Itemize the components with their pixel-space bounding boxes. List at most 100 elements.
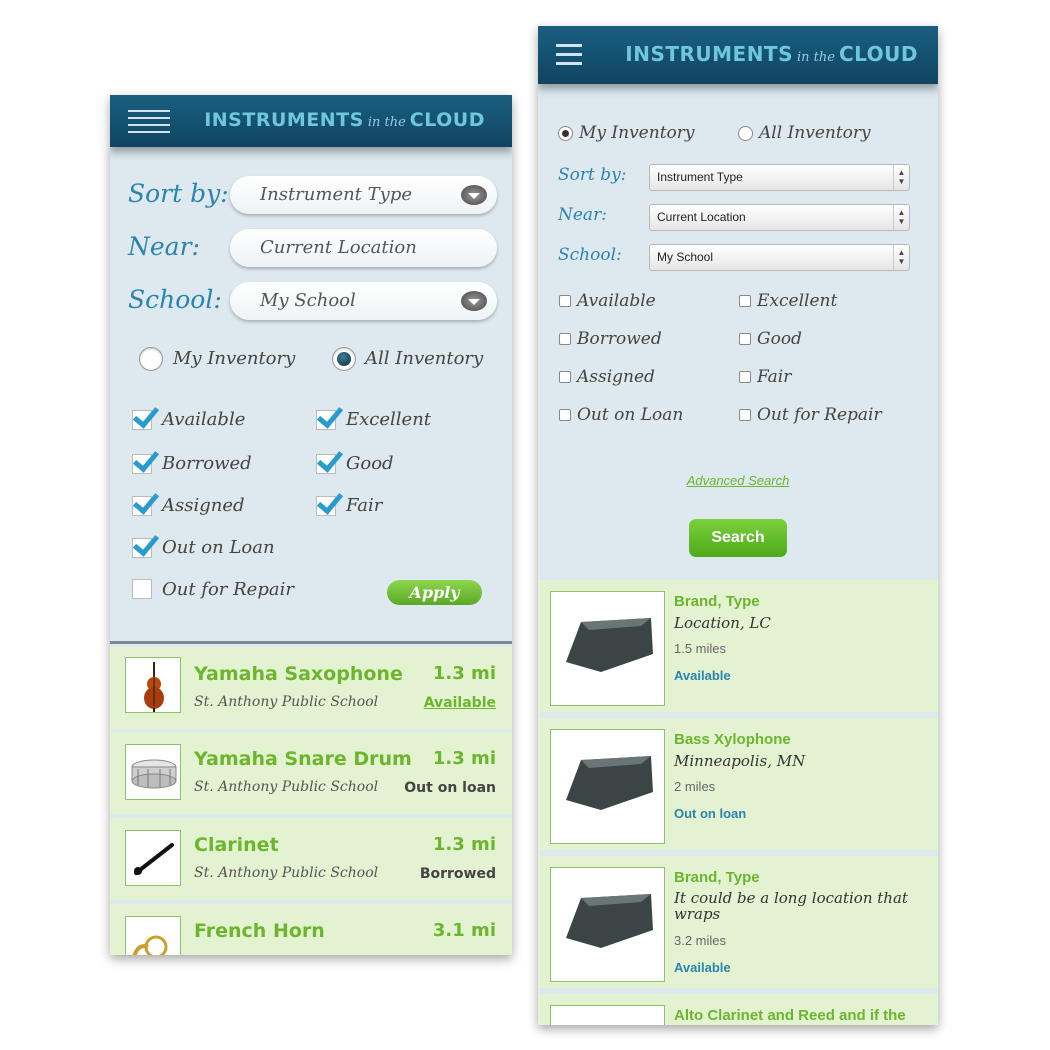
cello-icon <box>125 657 181 713</box>
snare-drum-icon <box>125 744 181 800</box>
result-row[interactable]: Brand, Type Location, LC 1.5 miles Avail… <box>538 580 938 712</box>
panel-divider <box>110 641 512 644</box>
near-select[interactable]: Current Location ▲ ▼ <box>649 204 910 231</box>
good-checkbox[interactable] <box>316 445 344 474</box>
result-title: Brand, Type <box>674 869 760 886</box>
my-inventory-radio[interactable] <box>139 347 163 371</box>
select-arrows-icon: ▲ ▼ <box>893 165 909 190</box>
near-label: Near: <box>128 232 200 261</box>
fair-checkbox[interactable] <box>316 487 344 516</box>
chevron-down-icon <box>461 185 487 205</box>
assigned-label: Assigned <box>577 367 655 387</box>
checkmark-icon <box>132 445 160 473</box>
advanced-search-link[interactable]: Advanced Search <box>538 473 938 488</box>
assigned-checkbox[interactable] <box>132 487 160 516</box>
available-checkbox[interactable] <box>132 401 160 430</box>
result-row[interactable]: Bass Xylophone Minneapolis, MN 2 miles O… <box>538 718 938 850</box>
search-button[interactable]: Search <box>689 519 787 557</box>
result-location: It could be a long location that wraps <box>674 889 908 923</box>
app-title-mid: in the <box>796 50 835 65</box>
borrowed-label: Borrowed <box>577 329 662 349</box>
app-header: INSTRUMENTS in the CLOUD <box>110 95 512 147</box>
out-for-repair-checkbox[interactable] <box>132 579 152 599</box>
good-label: Good <box>757 329 802 349</box>
cowbell-icon <box>550 1005 665 1025</box>
good-label: Good <box>346 453 394 474</box>
apply-button[interactable]: Apply <box>387 580 482 605</box>
result-row[interactable]: Clarinet St. Anthony Public School 1.3 m… <box>110 818 512 900</box>
my-inventory-label: My Inventory <box>173 348 296 369</box>
result-row[interactable]: Yamaha Saxophone St. Anthony Public Scho… <box>110 647 512 729</box>
checkmark-icon <box>316 401 344 429</box>
app-title-left: INSTRUMENTS <box>204 109 364 131</box>
sort-by-select[interactable]: Instrument Type ▲ ▼ <box>649 164 910 191</box>
checkmark-icon <box>132 487 160 515</box>
result-status-link[interactable]: Available <box>424 695 496 711</box>
near-value: Current Location <box>657 210 746 224</box>
excellent-checkbox[interactable] <box>739 295 751 307</box>
result-row[interactable]: Alto Clarinet and Reed and if the <box>538 994 938 1025</box>
result-name: Yamaha Snare Drum <box>194 748 412 770</box>
result-status: Out on loan <box>404 780 496 796</box>
borrowed-checkbox[interactable] <box>132 445 160 474</box>
excellent-label: Excellent <box>757 291 838 311</box>
my-inventory-radio[interactable] <box>558 126 573 141</box>
result-status: Available <box>674 960 731 975</box>
school-value: My School <box>260 290 356 311</box>
result-name: Clarinet <box>194 834 279 856</box>
fair-label: Fair <box>757 367 792 387</box>
result-distance: 3.1 mi <box>432 920 496 941</box>
near-label: Near: <box>558 205 607 225</box>
cowbell-icon <box>550 729 665 844</box>
excellent-label: Excellent <box>346 409 432 430</box>
sort-by-select[interactable]: Instrument Type <box>230 176 497 214</box>
app-header: INSTRUMENTS in the CLOUD <box>538 26 938 84</box>
school-select[interactable]: My School <box>230 282 497 320</box>
out-for-repair-checkbox[interactable] <box>739 409 751 421</box>
result-distance: 3.2 miles <box>674 933 727 948</box>
available-checkbox[interactable] <box>559 295 571 307</box>
available-label: Available <box>577 291 656 311</box>
result-row[interactable]: Yamaha Snare Drum St. Anthony Public Sch… <box>110 732 512 814</box>
hamburger-menu-icon[interactable] <box>556 44 582 65</box>
excellent-checkbox[interactable] <box>316 401 344 430</box>
sort-by-value: Instrument Type <box>657 170 743 184</box>
school-label: School: <box>558 245 622 265</box>
fair-checkbox[interactable] <box>739 371 751 383</box>
select-arrows-icon: ▲ ▼ <box>893 245 909 270</box>
result-row[interactable]: French Horn 3.1 mi <box>110 904 512 955</box>
near-input[interactable]: Current Location <box>230 229 497 267</box>
all-inventory-radio[interactable] <box>332 347 356 371</box>
result-row[interactable]: Brand, Type It could be a long location … <box>538 856 938 988</box>
borrowed-checkbox[interactable] <box>559 333 571 345</box>
school-select[interactable]: My School ▲ ▼ <box>649 244 910 271</box>
checkmark-icon <box>316 487 344 515</box>
fair-label: Fair <box>346 495 383 516</box>
out-on-loan-checkbox[interactable] <box>132 529 160 558</box>
result-title: Brand, Type <box>674 593 760 610</box>
result-name: French Horn <box>194 920 325 942</box>
out-on-loan-checkbox[interactable] <box>559 409 571 421</box>
app-title-right: CLOUD <box>838 42 918 66</box>
cowbell-icon <box>550 867 665 982</box>
out-on-loan-label: Out on Loan <box>577 405 684 425</box>
my-inventory-label: My Inventory <box>579 123 695 143</box>
result-status: Available <box>674 668 731 683</box>
result-school: St. Anthony Public School <box>194 779 379 795</box>
hamburger-menu-icon[interactable] <box>128 110 170 133</box>
french-horn-icon <box>125 916 181 955</box>
borrowed-label: Borrowed <box>162 453 252 474</box>
all-inventory-radio[interactable] <box>738 126 753 141</box>
sort-by-label: Sort by: <box>558 165 627 185</box>
chevron-down-icon <box>461 291 487 311</box>
cowbell-icon <box>550 591 665 706</box>
assigned-checkbox[interactable] <box>559 371 571 383</box>
result-status: Borrowed <box>419 866 496 882</box>
out-for-repair-label: Out for Repair <box>162 579 294 600</box>
good-checkbox[interactable] <box>739 333 751 345</box>
out-for-repair-label: Out for Repair <box>757 405 882 425</box>
result-name: Yamaha Saxophone <box>194 663 403 685</box>
result-school: St. Anthony Public School <box>194 694 379 710</box>
school-value: My School <box>657 250 714 264</box>
left-phone-screen: Sort by: Instrument Type Near: Current L… <box>110 95 512 955</box>
